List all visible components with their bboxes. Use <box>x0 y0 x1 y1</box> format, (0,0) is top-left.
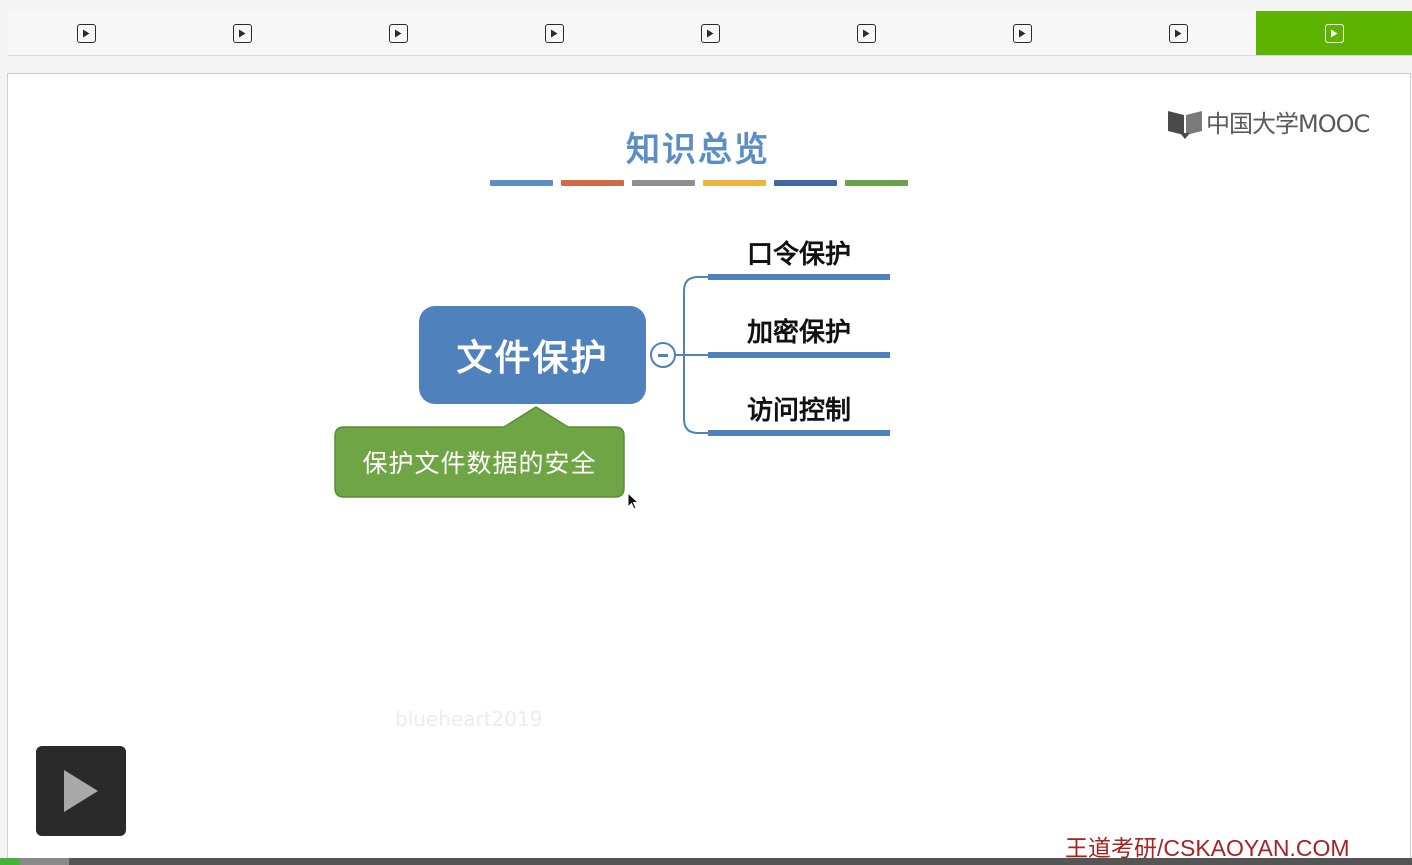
branch-line <box>708 274 890 280</box>
branch-line <box>708 430 890 436</box>
mouse-cursor-icon <box>627 492 640 510</box>
video-progress-bar[interactable] <box>0 858 1412 865</box>
watermark: blueheart2019 <box>395 707 543 731</box>
play-icon <box>1168 23 1188 43</box>
segment-tab-2[interactable] <box>164 11 320 55</box>
video-segment-tabs <box>8 11 1412 56</box>
mindmap-root-node: 文件保护 <box>419 306 646 404</box>
branch-label: 加密保护 <box>746 318 851 348</box>
mindmap-callout: 保护文件数据的安全 <box>334 406 625 498</box>
play-icon <box>76 23 96 43</box>
segment-tab-8[interactable] <box>1100 11 1256 55</box>
segment-tab-6[interactable] <box>788 11 944 55</box>
branch-label: 访问控制 <box>746 396 851 426</box>
callout-text: 保护文件数据的安全 <box>362 449 597 478</box>
minus-icon <box>658 353 668 357</box>
segment-tab-7[interactable] <box>944 11 1100 55</box>
segment-tab-4[interactable] <box>476 11 632 55</box>
play-icon <box>544 23 564 43</box>
play-button[interactable] <box>36 746 126 836</box>
branch-label: 口令保护 <box>746 240 851 270</box>
play-icon <box>700 23 720 43</box>
mindmap-connectors <box>676 276 712 434</box>
segment-tab-1[interactable] <box>8 11 164 55</box>
play-icon <box>856 23 876 43</box>
branch-line <box>708 352 890 358</box>
progress-fill <box>0 858 20 865</box>
play-icon <box>64 770 98 812</box>
play-icon <box>232 23 252 43</box>
segment-tab-5[interactable] <box>632 11 788 55</box>
collapse-node-button[interactable] <box>650 342 676 368</box>
segment-tab-3[interactable] <box>320 11 476 55</box>
play-icon <box>388 23 408 43</box>
lecture-slide: 中国大学MOOC 知识总览 文件保护 口令保护 加密保护 访问控制 保护文件数据… <box>7 73 1411 865</box>
play-icon <box>1012 23 1032 43</box>
progress-buffer <box>20 858 69 865</box>
segment-tab-9[interactable] <box>1256 11 1412 55</box>
play-icon <box>1324 23 1344 43</box>
